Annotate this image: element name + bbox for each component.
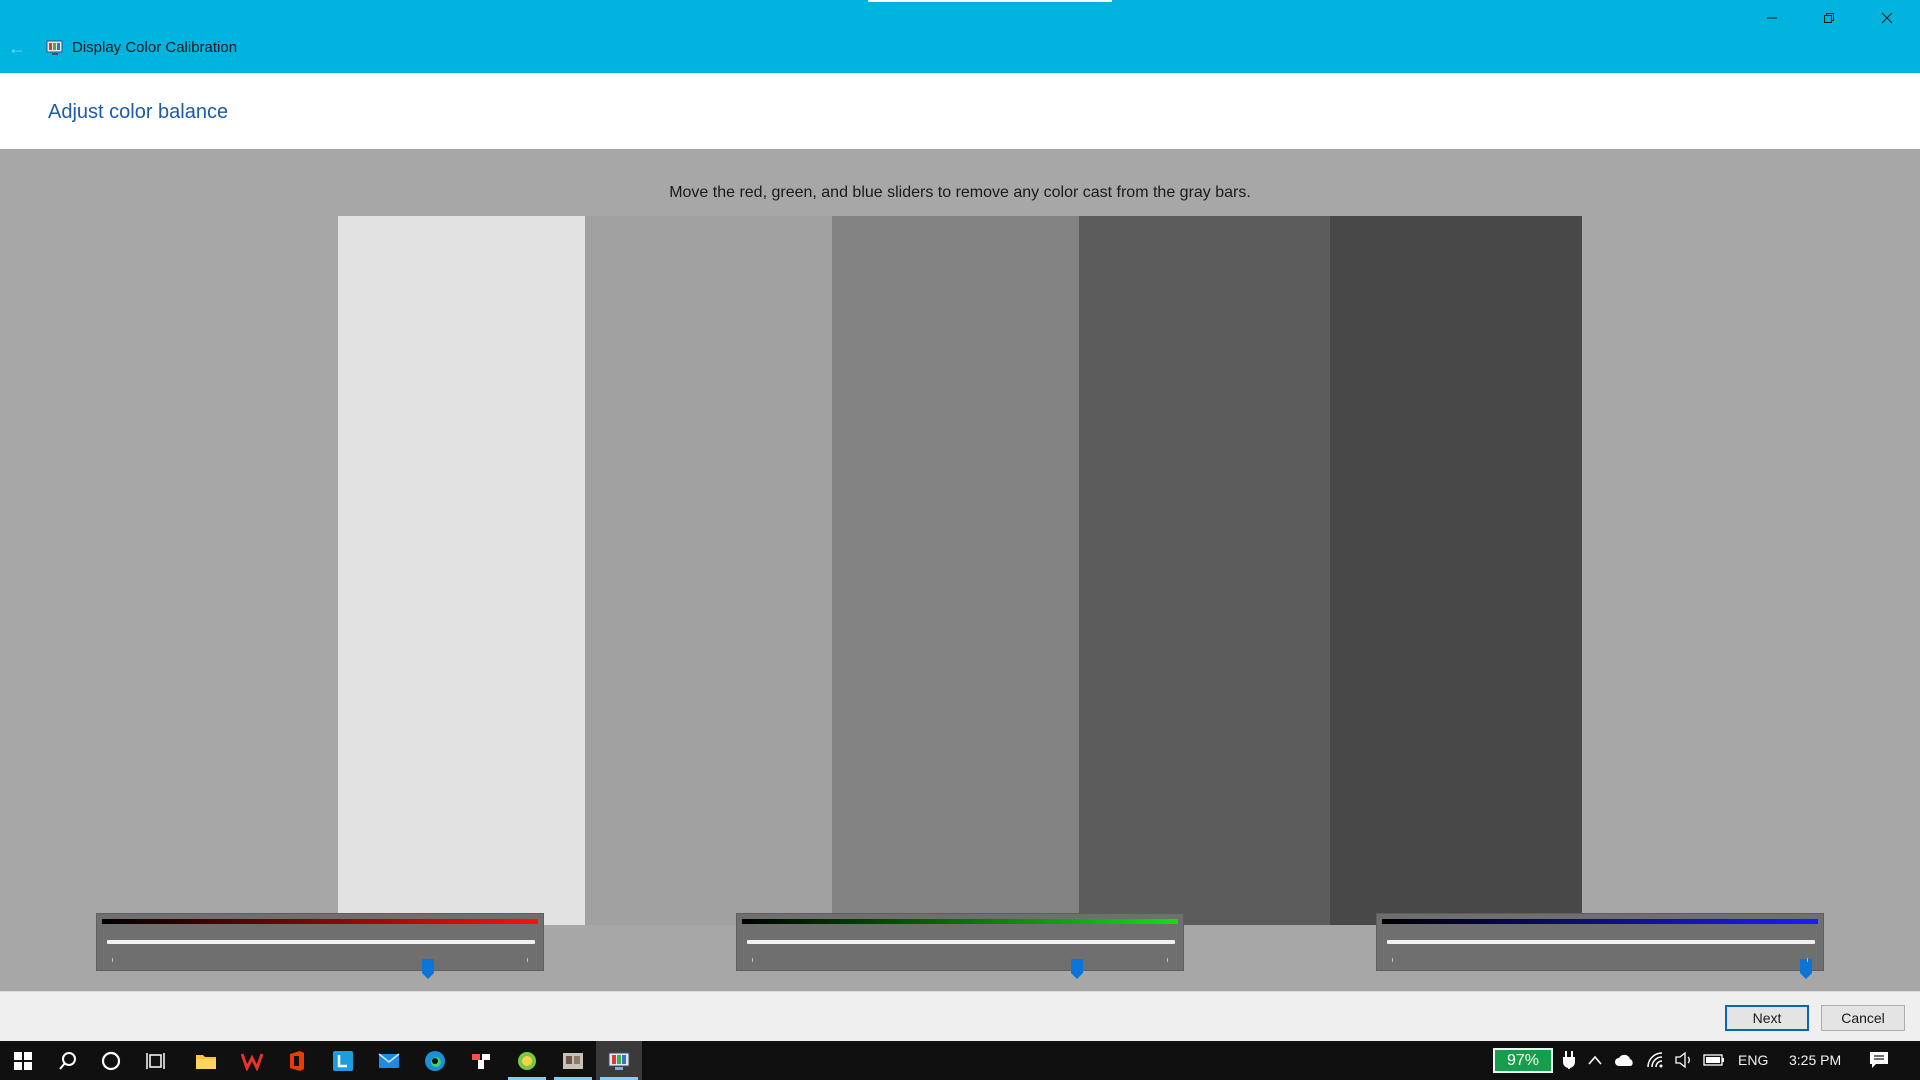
red-gradient-strip xyxy=(102,919,538,924)
windows-start-icon xyxy=(14,1051,32,1070)
office-button[interactable] xyxy=(274,1041,320,1080)
display-calibration-icon xyxy=(608,1052,630,1070)
blue-gradient-strip xyxy=(1382,919,1818,924)
blue-slider-panel xyxy=(1376,913,1824,979)
language-indicator[interactable]: ENG xyxy=(1738,1052,1768,1068)
slider-tick xyxy=(752,958,753,962)
app-title: Display Color Calibration xyxy=(72,39,238,56)
taskbar: 97% ENG 3:25 PM xyxy=(0,1041,1920,1080)
slider-tick xyxy=(527,958,528,962)
gray-bar xyxy=(1079,216,1330,925)
chevron-up-icon[interactable] xyxy=(1584,1049,1606,1071)
edge-button[interactable] xyxy=(412,1041,458,1080)
gray-bar xyxy=(338,216,585,925)
blue-slider-thumb[interactable] xyxy=(1800,959,1812,979)
display-calibration-taskbar-button[interactable] xyxy=(596,1041,642,1080)
notification-icon[interactable] xyxy=(1868,1049,1890,1071)
minimize-button[interactable] xyxy=(1743,0,1801,36)
green-slider-panel xyxy=(736,913,1184,979)
gray-bar xyxy=(585,216,832,925)
green-slider-thumb[interactable] xyxy=(1071,959,1083,979)
wps-office-button[interactable] xyxy=(229,1041,275,1080)
l-app-icon xyxy=(333,1050,353,1071)
red-slider-thumb[interactable] xyxy=(422,959,434,979)
green-slider-track[interactable] xyxy=(747,940,1175,979)
task-view-icon xyxy=(146,1052,165,1069)
close-icon xyxy=(1881,12,1893,24)
wps-office-icon xyxy=(241,1052,263,1071)
office-icon xyxy=(290,1050,304,1071)
app-button[interactable] xyxy=(458,1041,504,1080)
instruction-text: Move the red, green, and blue sliders to… xyxy=(669,184,1251,201)
file-explorer-icon xyxy=(196,1054,216,1069)
mail-icon xyxy=(378,1052,400,1068)
gray-bar xyxy=(1330,216,1582,925)
start-button[interactable] xyxy=(0,1041,46,1080)
restore-icon xyxy=(1824,13,1834,23)
red-slider-track[interactable] xyxy=(107,940,535,979)
battery-percent[interactable]: 97% xyxy=(1493,1048,1553,1073)
blue-slider-track[interactable] xyxy=(1387,940,1815,979)
gray-bar xyxy=(832,216,1079,925)
search-button[interactable] xyxy=(45,1041,91,1080)
minimize-icon xyxy=(1767,17,1777,19)
photos-app-icon xyxy=(563,1052,583,1069)
slider-tick xyxy=(1807,958,1808,962)
red-slider-panel xyxy=(96,913,544,979)
search-icon xyxy=(59,1051,76,1070)
cancel-button[interactable]: Cancel xyxy=(1821,1005,1905,1031)
photos-app-button[interactable] xyxy=(550,1041,596,1080)
slider-tick xyxy=(1167,958,1168,962)
cortana-icon xyxy=(101,1051,121,1070)
green-gradient-strip xyxy=(742,919,1178,924)
restore-button[interactable] xyxy=(1800,0,1858,36)
file-explorer-button[interactable] xyxy=(183,1041,229,1080)
cortana-button[interactable] xyxy=(88,1041,134,1080)
title-bar: ← Display Color Calibration xyxy=(0,0,1920,73)
edge-icon xyxy=(425,1050,445,1071)
mail-button[interactable] xyxy=(366,1041,412,1080)
wifi-icon[interactable] xyxy=(1645,1049,1667,1071)
power-plug-icon[interactable] xyxy=(1558,1049,1580,1071)
green-app-icon xyxy=(518,1051,536,1070)
task-view-button[interactable] xyxy=(133,1041,179,1080)
page-title: Adjust color balance xyxy=(48,101,229,123)
display-calibration-icon xyxy=(46,39,64,57)
green-app-button[interactable] xyxy=(504,1041,550,1080)
battery-icon[interactable] xyxy=(1703,1049,1725,1071)
slider-tick xyxy=(1392,958,1393,962)
app-icon xyxy=(472,1053,490,1069)
page-header: Adjust color balance xyxy=(0,73,1920,149)
clock[interactable]: 3:25 PM xyxy=(1789,1052,1841,1068)
calibration-area: Move the red, green, and blue sliders to… xyxy=(0,149,1920,991)
button-bar: Next Cancel xyxy=(0,991,1920,1041)
close-button[interactable] xyxy=(1858,0,1916,36)
l-app-button[interactable] xyxy=(320,1041,366,1080)
onedrive-cloud-icon[interactable] xyxy=(1614,1049,1636,1071)
slider-tick xyxy=(112,958,113,962)
volume-icon[interactable] xyxy=(1673,1049,1695,1071)
back-arrow-icon[interactable]: ← xyxy=(6,38,28,58)
next-button[interactable]: Next xyxy=(1725,1005,1809,1031)
title-drag-indicator xyxy=(868,0,1112,2)
